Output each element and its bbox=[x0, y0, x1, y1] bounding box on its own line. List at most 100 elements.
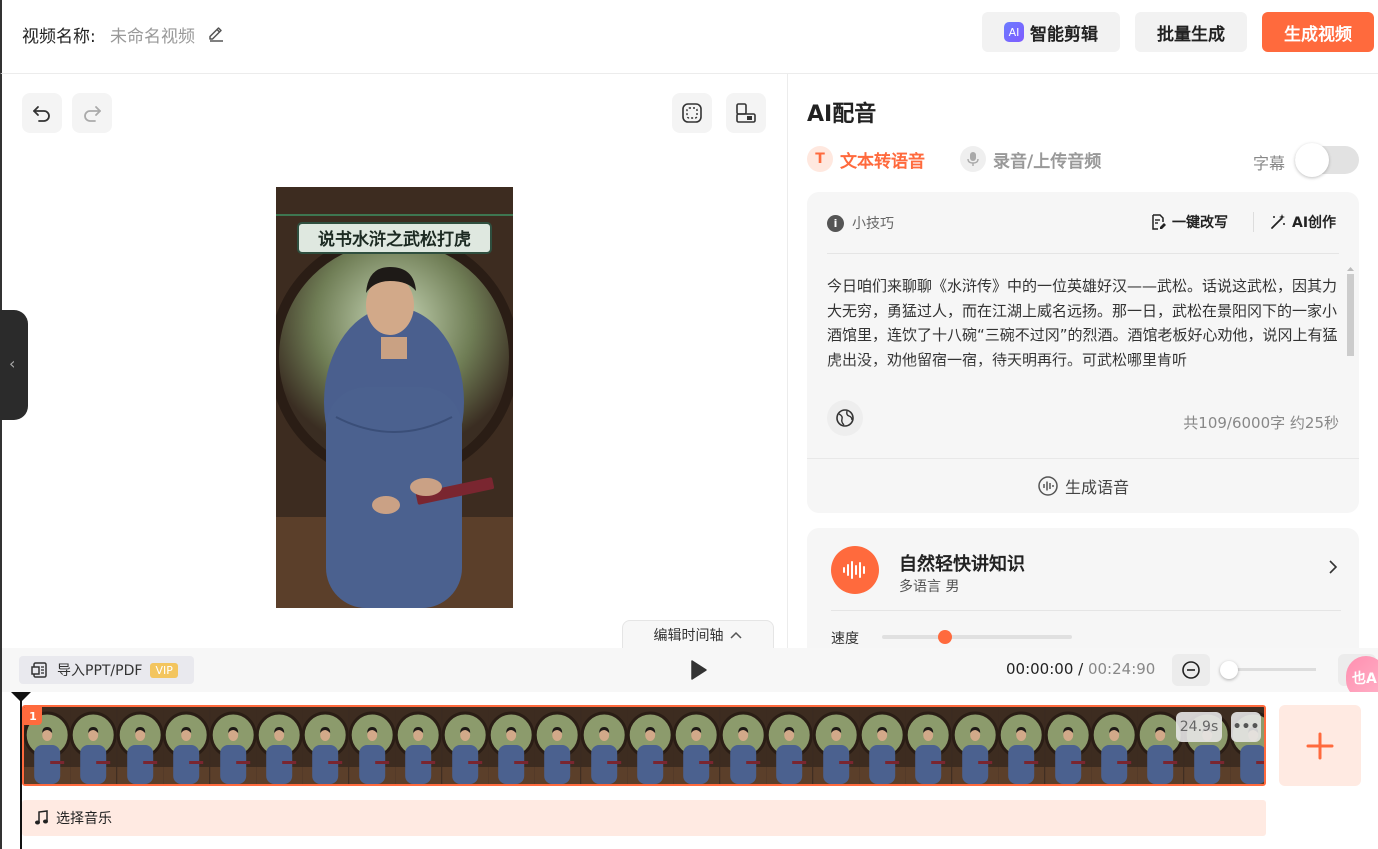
clip-thumbnail bbox=[1044, 707, 1092, 784]
rewrite-label: 一键改写 bbox=[1172, 215, 1228, 231]
clip-more-button[interactable]: ••• bbox=[1231, 712, 1261, 742]
plus-icon bbox=[1306, 732, 1334, 759]
clip-thumbnail bbox=[441, 707, 489, 784]
undo-icon bbox=[33, 106, 50, 122]
voice-separator bbox=[831, 610, 1341, 611]
clip-thumbnail bbox=[348, 707, 396, 784]
text-fade bbox=[827, 362, 1339, 384]
script-card: i 小技巧 一键改写 AI创作 今日咱们来聊聊《水浒传》中的一位英雄好汉——武松… bbox=[807, 192, 1359, 513]
safe-area-button[interactable] bbox=[672, 93, 712, 133]
clip-thumbnail bbox=[812, 707, 860, 784]
tips-label: 小技巧 bbox=[852, 216, 894, 232]
undo-button[interactable] bbox=[22, 93, 62, 133]
subtitle-label: 字幕 bbox=[1253, 154, 1286, 173]
scrollbar-thumb[interactable] bbox=[1347, 274, 1354, 356]
layout-button[interactable] bbox=[726, 93, 766, 133]
toggle-knob bbox=[1295, 143, 1329, 177]
video-name-label: 视频名称: bbox=[22, 27, 96, 47]
toolbar-divider bbox=[1253, 212, 1254, 232]
clip-thumbnail bbox=[116, 707, 164, 784]
clip-thumbnail bbox=[580, 707, 628, 784]
clip-thumbnail bbox=[209, 707, 257, 784]
video-preview[interactable]: 说书水浒之武松打虎 bbox=[276, 187, 513, 608]
video-clip[interactable]: 1 24.9s ••• bbox=[22, 705, 1266, 786]
play-icon[interactable] bbox=[686, 658, 710, 682]
video-name-value[interactable]: 未命名视频 bbox=[110, 22, 195, 47]
panel-title: AI配音 bbox=[807, 102, 877, 127]
clip-thumbnail bbox=[905, 707, 953, 784]
char-count: 共109/6000字 约25秒 bbox=[1183, 414, 1339, 432]
clip-thumbnail bbox=[765, 707, 813, 784]
music-track[interactable]: 选择音乐 bbox=[22, 800, 1266, 836]
script-scrollbar[interactable] bbox=[1346, 266, 1355, 382]
sidebar-collapse-tab[interactable]: ‹ bbox=[0, 310, 28, 420]
redo-icon bbox=[84, 106, 101, 122]
ai-edit-button[interactable]: AI 智能剪辑 bbox=[982, 12, 1120, 52]
clip-thumbnail bbox=[255, 707, 303, 784]
microphone-icon bbox=[960, 146, 986, 172]
clip-thumbnail bbox=[951, 707, 999, 784]
generate-video-button[interactable]: 生成视频 bbox=[1262, 12, 1374, 52]
ai-dubbing-panel: AI配音 T 文本转语音 录音/上传音频 字幕 i 小技巧 一键改写 AI创作 … bbox=[789, 74, 1378, 668]
layout-icon bbox=[736, 103, 756, 123]
music-label: 选择音乐 bbox=[56, 811, 112, 827]
globe-icon bbox=[836, 409, 854, 427]
voice-meta: 多语言 男 bbox=[899, 579, 960, 595]
tab-text-to-speech[interactable]: T 文本转语音 bbox=[807, 146, 925, 172]
clip-thumbnail bbox=[533, 707, 581, 784]
total-time: 00:24:90 bbox=[1087, 660, 1156, 678]
audio-wave-icon bbox=[1038, 476, 1058, 496]
video-caption: 说书水浒之武松打虎 bbox=[318, 229, 471, 250]
video-still: 说书水浒之武松打虎 bbox=[276, 187, 513, 608]
edit-timeline-label: 编辑时间轴 bbox=[653, 627, 724, 644]
playhead-handle[interactable] bbox=[11, 692, 31, 702]
chevron-up-icon bbox=[729, 631, 742, 639]
timecode: 00:00:00 / 00:24:90 bbox=[1006, 660, 1155, 678]
chevron-right-icon[interactable] bbox=[1327, 558, 1339, 576]
generate-voice-label: 生成语音 bbox=[1064, 478, 1129, 497]
vip-badge: VIP bbox=[150, 662, 178, 678]
add-clip-button[interactable] bbox=[1279, 705, 1361, 786]
subtitle-toggle[interactable] bbox=[1295, 143, 1359, 177]
timeline: 1 24.9s ••• 选择音乐 bbox=[2, 692, 1378, 849]
magic-wand-icon bbox=[1271, 214, 1285, 229]
tab-text-to-speech-label: 文本转语音 bbox=[840, 151, 925, 172]
speed-slider[interactable] bbox=[882, 630, 1072, 644]
zoom-out-button[interactable] bbox=[1172, 654, 1210, 686]
top-bar: 视频名称: 未命名视频 AI 智能剪辑 批量生成 生成视频 bbox=[0, 0, 1378, 74]
frame-icon bbox=[682, 103, 702, 123]
redo-button[interactable] bbox=[72, 93, 112, 133]
music-note-icon bbox=[35, 810, 48, 825]
ai-edit-label: 智能剪辑 bbox=[1030, 24, 1098, 45]
clip-duration: 24.9s bbox=[1176, 712, 1222, 742]
import-ppt-pdf-button[interactable]: 导入PPT/PDF VIP bbox=[19, 656, 194, 684]
sound-wave-icon bbox=[843, 561, 865, 579]
tab-record-upload[interactable]: 录音/上传音频 bbox=[960, 146, 1101, 172]
text-icon: T bbox=[807, 146, 833, 172]
voice-avatar bbox=[831, 546, 879, 594]
document-edit-icon bbox=[1152, 214, 1166, 230]
language-button[interactable] bbox=[827, 400, 863, 436]
ai-create-label: AI创作 bbox=[1292, 215, 1337, 231]
speed-slider-handle[interactable] bbox=[937, 630, 952, 644]
clip-thumbnail bbox=[673, 707, 721, 784]
edit-timeline-toggle[interactable]: 编辑时间轴 bbox=[622, 620, 774, 648]
tips[interactable]: i 小技巧 bbox=[827, 213, 894, 233]
clip-thumbnail bbox=[302, 707, 350, 784]
playhead[interactable] bbox=[20, 692, 22, 849]
clip-thumbnail bbox=[70, 707, 118, 784]
clip-thumbnails bbox=[24, 707, 1264, 784]
pencil-icon[interactable] bbox=[206, 22, 226, 42]
voice-name[interactable]: 自然轻快讲知识 bbox=[899, 550, 1025, 576]
presentation-icon bbox=[31, 662, 47, 678]
rewrite-button[interactable]: 一键改写 bbox=[1149, 212, 1228, 232]
batch-generate-button[interactable]: 批量生成 bbox=[1135, 12, 1247, 52]
info-icon: i bbox=[827, 214, 844, 232]
generate-voice-button[interactable]: 生成语音 bbox=[807, 474, 1359, 498]
clip-thumbnail bbox=[719, 707, 767, 784]
ai-create-button[interactable]: AI创作 bbox=[1269, 212, 1336, 232]
zoom-slider-handle[interactable] bbox=[1220, 661, 1238, 679]
clip-thumbnail bbox=[858, 707, 906, 784]
tab-record-upload-label: 录音/上传音频 bbox=[993, 151, 1102, 172]
clip-thumbnail bbox=[487, 707, 535, 784]
